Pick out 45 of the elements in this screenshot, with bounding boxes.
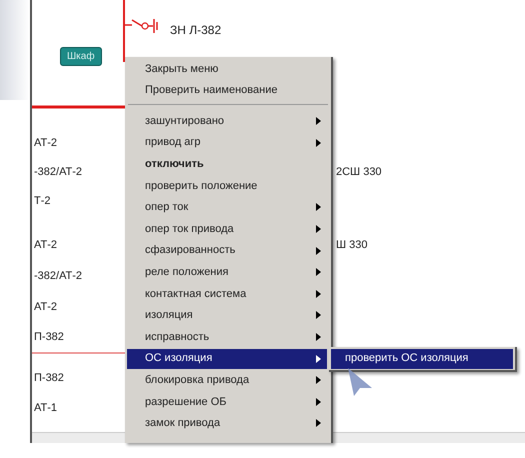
menu-item[interactable]: ОС изоляция (127, 348, 327, 369)
node-label: -382/АТ-2 (34, 165, 82, 180)
switch-label: ЗН Л-382 (170, 22, 222, 39)
feeder-line-drawing (123, 0, 125, 62)
node-label: -382/АТ-2 (34, 269, 82, 284)
cabinet-button[interactable]: Шкаф (60, 47, 102, 66)
submenu-arrow-icon (316, 225, 321, 233)
menu-item[interactable]: контактная система (127, 284, 327, 304)
menu-item[interactable]: сфазированность (127, 240, 327, 261)
submenu-arrow-icon (316, 398, 321, 406)
submenu-arrow-icon (316, 246, 321, 255)
node-label: АТ-2 (34, 238, 57, 253)
menu-item[interactable]: привод агр (127, 132, 327, 153)
menu-item[interactable]: зашунтировано (127, 111, 327, 131)
submenu-arrow-icon (316, 333, 321, 341)
node-label: АТ-1 (34, 401, 57, 416)
menu-item[interactable]: проверить положение (127, 176, 327, 196)
menu-item[interactable]: разрешение ОБ (127, 392, 327, 412)
node-label: Т-2 (34, 194, 50, 209)
menu-item[interactable]: отключить (127, 154, 327, 174)
bus-label: Ш 330 (336, 238, 368, 253)
node-label: АТ-2 (34, 300, 57, 315)
menu-item[interactable]: Проверить наименование (127, 80, 327, 101)
menu-item[interactable]: реле положения (127, 262, 327, 282)
menu-item[interactable]: замок привода (127, 413, 327, 434)
node-label: АТ-2 (34, 136, 57, 151)
submenu-arrow-icon (316, 419, 321, 428)
submenu-arrow-icon (316, 354, 321, 363)
node-label: П-382 (34, 330, 64, 345)
menu-item[interactable]: изоляция (127, 305, 327, 326)
menu-item[interactable]: опер ток привода (127, 219, 327, 239)
submenu-arrow-icon (316, 268, 321, 276)
bus-label: 2СШ 330 (336, 165, 382, 180)
menu-item[interactable]: опер ток (127, 197, 327, 218)
menu-item[interactable]: блокировка привода (127, 370, 327, 390)
submenu-arrow-icon (316, 290, 321, 298)
submenu-arrow-icon (316, 138, 321, 147)
submenu-item[interactable]: проверить ОС изоляция (331, 348, 513, 369)
submenu-arrow-icon (316, 311, 321, 320)
node-label: П-382 (34, 371, 64, 386)
submenu-arrow-icon (316, 117, 321, 125)
menu-item[interactable]: Закрыть меню (127, 59, 327, 80)
submenu-arrow-icon (316, 203, 321, 212)
submenu-arrow-icon (316, 376, 321, 384)
menu-item[interactable]: исправность (127, 327, 327, 347)
